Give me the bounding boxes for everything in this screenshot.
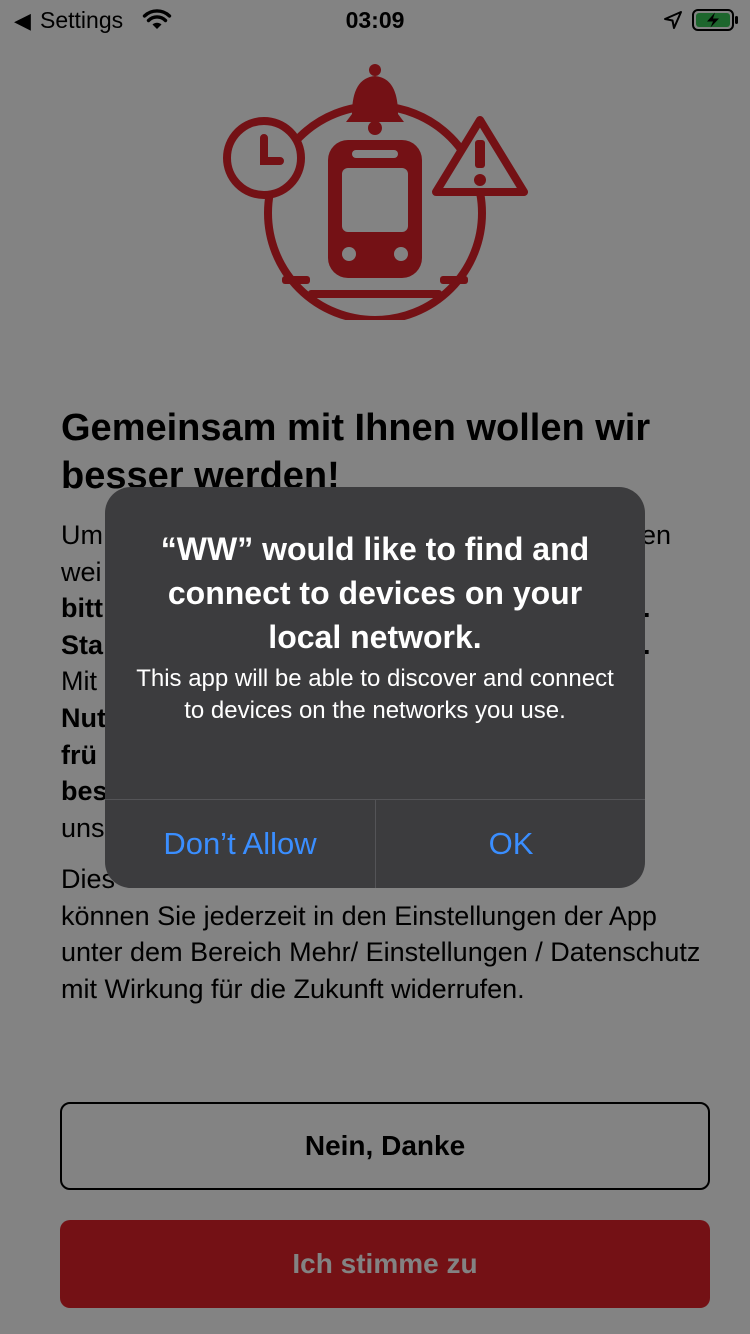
local-network-permission-alert: “WW” would like to find and connect to d… — [105, 487, 645, 888]
alert-message: This app will be able to discover and co… — [136, 665, 614, 724]
dont-allow-button[interactable]: Don’t Allow — [105, 800, 375, 888]
onboarding-screen: ◀ Settings 03:09 Gemeinsam mit Ihnen wol… — [0, 0, 750, 1334]
ok-button[interactable]: OK — [376, 800, 645, 888]
alert-title: “WW” would like to find and connect to d… — [160, 531, 590, 655]
